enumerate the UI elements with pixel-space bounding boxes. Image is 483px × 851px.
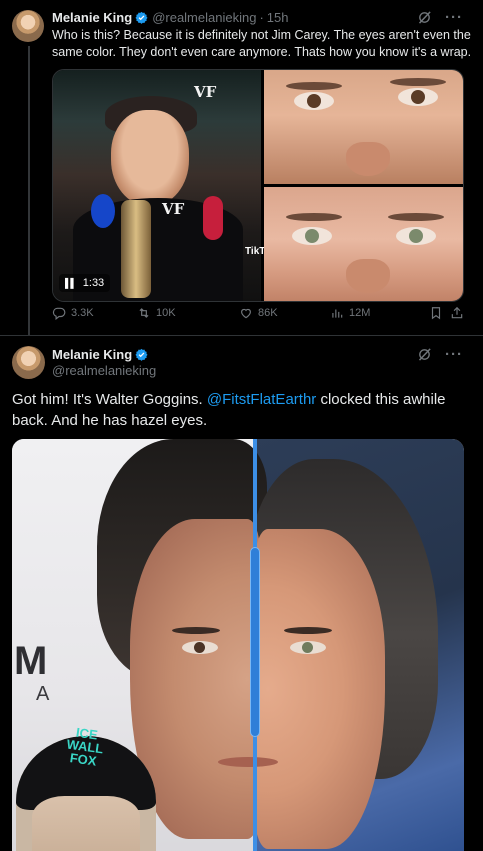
repost-button[interactable]: 10K <box>137 306 176 320</box>
author-name[interactable]: Melanie King <box>52 10 132 25</box>
tweet-divider <box>0 335 483 336</box>
video-thumbnail[interactable]: VF VF TikTok ▌▌ 1:33 <box>53 70 276 301</box>
tweet-1-text: Who is this? Because it is definitely no… <box>52 28 472 59</box>
tweet-2-header: Melanie King <box>52 347 148 362</box>
eyebrow-left <box>172 627 220 634</box>
avatar[interactable] <box>12 346 45 379</box>
eye-left <box>182 641 218 654</box>
tweet-1-media[interactable]: VF VF TikTok ▌▌ 1:33 <box>52 69 464 302</box>
face-right-half <box>255 529 385 849</box>
video-face-shape <box>111 110 189 206</box>
like-button[interactable]: 86K <box>239 306 278 320</box>
tweet-2-media[interactable]: M A ICE WALL FOX <box>12 439 464 851</box>
separator-dot: · <box>259 10 264 25</box>
eyes-closeup-2[interactable] <box>264 187 463 301</box>
grok-icon[interactable] <box>417 10 432 25</box>
mention-link[interactable]: @FitstFlatEarthr <box>207 391 316 408</box>
eyebrow-right <box>390 78 446 86</box>
video-duration: 1:33 <box>82 277 105 289</box>
reply-icon <box>52 307 66 320</box>
vf-logo: VF <box>194 83 217 101</box>
microphone-blue <box>91 194 115 228</box>
eyebrow-right <box>284 627 332 634</box>
tweet-1[interactable]: Melanie King @realmelanieking · 15h ··· … <box>0 0 483 336</box>
author-handle[interactable]: @realmelanieking <box>152 10 256 25</box>
grok-icon[interactable] <box>417 347 432 362</box>
comparison-slider-handle <box>250 547 260 737</box>
thread-connector-line <box>28 46 30 336</box>
repost-icon <box>139 308 149 318</box>
eyebrow-right <box>388 213 444 221</box>
avatar[interactable] <box>12 10 44 42</box>
verified-badge-icon <box>135 11 148 24</box>
views-count: 12M <box>349 307 371 319</box>
eye-right <box>396 227 436 245</box>
pause-icon[interactable]: ▌▌ <box>65 278 77 288</box>
eyebrow-left <box>286 213 342 221</box>
tweet-2-text-part1: Got him! It's Walter Goggins. <box>12 391 207 408</box>
more-icon[interactable]: ··· <box>445 347 463 362</box>
microphone-red <box>203 196 223 240</box>
share-button[interactable] <box>450 306 464 320</box>
like-count: 86K <box>258 307 278 319</box>
tweet-2-text: Got him! It's Walter Goggins. @FitstFlat… <box>12 389 472 431</box>
nose-shape <box>346 142 390 176</box>
eye-left <box>294 92 334 110</box>
eye-right <box>398 88 438 106</box>
eyes-closeup-1[interactable] <box>264 70 463 184</box>
mouth-shape <box>218 757 278 767</box>
views-icon <box>332 309 343 318</box>
more-icon[interactable]: ··· <box>445 10 463 25</box>
tweet-1-header: Melanie King @realmelanieking · 15h <box>52 10 288 25</box>
tweet-2-top-icons: ··· <box>417 347 463 362</box>
views-button[interactable]: 12M <box>330 306 370 320</box>
nose-shape <box>346 259 390 293</box>
eye-right <box>290 641 326 654</box>
tweet-1-top-icons: ··· <box>417 10 463 25</box>
reply-count: 3.3K <box>71 307 94 319</box>
trophy-shape <box>121 200 151 298</box>
reply-button[interactable]: 3.3K <box>52 306 94 320</box>
eye-left <box>292 227 332 245</box>
video-controls[interactable]: ▌▌ 1:33 <box>59 274 111 292</box>
verified-badge-icon <box>135 348 148 361</box>
heart-icon <box>241 308 251 319</box>
backdrop-sign-letter: M <box>14 639 48 683</box>
backdrop-sign-letter-2: A <box>36 683 50 705</box>
bookmark-button[interactable] <box>429 306 443 320</box>
author-handle[interactable]: @realmelanieking <box>52 363 156 378</box>
timestamp[interactable]: 15h <box>267 10 289 25</box>
bookmark-icon <box>431 307 441 320</box>
vf-mic-logo: VF <box>162 200 185 218</box>
author-name[interactable]: Melanie King <box>52 347 132 362</box>
inset-face-shape <box>32 796 140 851</box>
share-icon <box>451 306 463 319</box>
repost-count: 10K <box>156 307 176 319</box>
eyebrow-left <box>286 82 342 90</box>
